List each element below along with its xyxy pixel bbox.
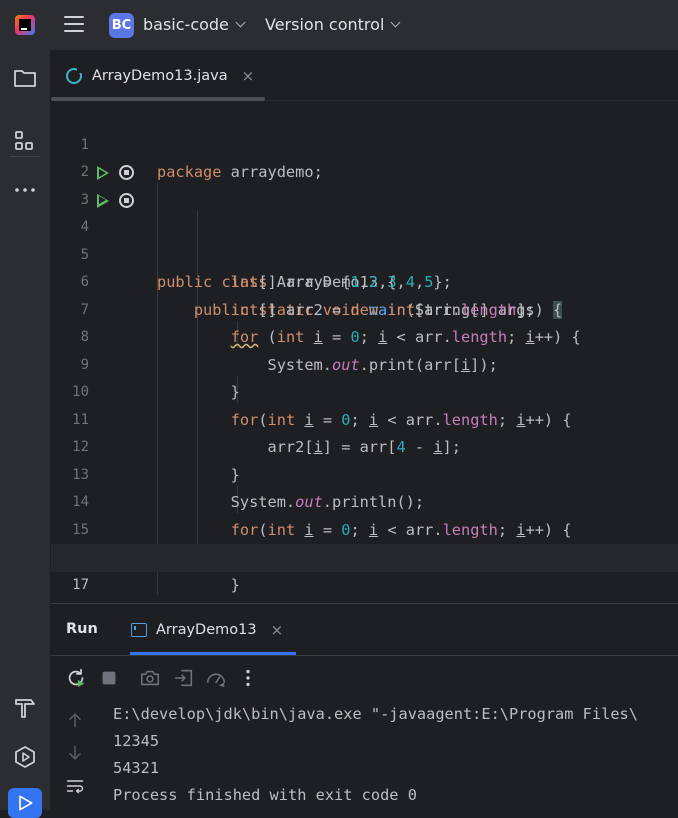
rerun-icon[interactable]	[65, 667, 87, 689]
code-editor[interactable]: 1 package arraydemo; 2 3 public class Ar…	[51, 101, 678, 649]
code-line: 11 arr2[i] = arr[4 - i];	[51, 379, 678, 457]
project-selector[interactable]: basic-code	[143, 15, 246, 34]
title-bar: BC basic-code Version control	[0, 0, 678, 50]
run-gutter-icon[interactable]	[97, 193, 109, 208]
run-tab-arraydemo13[interactable]: ArrayDemo13 ×	[131, 621, 283, 639]
camera-icon[interactable]	[139, 667, 161, 689]
code-line: 10 for(int i = 0; i < arr.length; i++) {	[51, 352, 678, 429]
intellij-logo-icon[interactable]	[15, 15, 35, 35]
restore-layout-icon[interactable]	[173, 667, 195, 689]
chevron-down-icon	[390, 17, 401, 28]
code-line: 16 }	[51, 517, 678, 594]
build-hammer-icon[interactable]	[13, 696, 37, 720]
run-icon	[19, 795, 33, 811]
run-tool-button[interactable]	[8, 788, 42, 818]
code-line: 12 }	[51, 407, 678, 484]
coverage-icon[interactable]	[205, 667, 227, 689]
scroll-down-icon[interactable]	[65, 743, 85, 763]
close-icon[interactable]: ×	[271, 621, 284, 639]
more-vertical-icon[interactable]	[237, 667, 259, 689]
version-control-menu[interactable]: Version control	[265, 15, 401, 34]
code-line: 14 for(int i = 0; i < arr.length; i++) {	[51, 462, 678, 539]
console-icon	[131, 623, 147, 637]
soft-wrap-icon[interactable]	[65, 776, 85, 796]
console-line: E:\develop\jdk\bin\java.exe "-javaagent:…	[113, 705, 638, 723]
run-panel-header: Run ArrayDemo13 ×	[51, 603, 678, 656]
run-gutter-icon[interactable]	[97, 166, 109, 180]
code-line: 5 int[] arr = {1,2,3,4,5};	[51, 214, 678, 292]
stop-icon[interactable]	[98, 667, 120, 689]
console-output[interactable]: E:\develop\jdk\bin\java.exe "-javaagent:…	[99, 698, 678, 810]
code-line: 7 for (int i = 0; i < arr.length; i++) {	[51, 269, 678, 347]
editor-tab-label: ArrayDemo13.java	[92, 68, 228, 84]
code-line: 4 public static void main(String[] args)…	[51, 187, 678, 319]
console-line: 54321	[113, 759, 160, 777]
code-line: 9 }	[51, 324, 678, 402]
structure-icon[interactable]	[13, 129, 37, 153]
code-line: 13 System.out.println();	[51, 434, 678, 512]
left-tool-window-bar	[0, 50, 51, 818]
chevron-down-icon	[235, 17, 246, 28]
run-tab-label: ArrayDemo13	[156, 622, 257, 638]
hamburger-menu-icon[interactable]	[64, 16, 84, 34]
code-line: 18 }	[51, 572, 678, 649]
console-line: Process finished with exit code 0	[113, 786, 417, 804]
services-icon[interactable]	[13, 745, 37, 769]
project-badge[interactable]: BC	[109, 13, 134, 38]
scroll-up-icon[interactable]	[65, 710, 85, 730]
java-class-icon	[66, 67, 83, 84]
code-line: 15 System.out.print(arr2[i]);	[51, 489, 678, 567]
sidebar-divider	[10, 156, 40, 157]
more-icon[interactable]	[13, 178, 37, 202]
stop-gutter-icon[interactable]	[119, 165, 134, 180]
stop-gutter-icon[interactable]	[119, 192, 134, 208]
code-line: 8 System.out.print(arr[i]);	[51, 297, 678, 374]
code-line: 3 public class ArrayDemo13 {	[51, 159, 678, 291]
code-line-current: 17 }	[51, 544, 678, 621]
code-line: 6 int[] arr2 = new int[arr.length];	[51, 242, 678, 319]
run-panel-title: Run	[66, 621, 98, 637]
project-name: basic-code	[143, 15, 229, 34]
code-line: 2	[51, 132, 678, 180]
console-line: 12345	[113, 732, 160, 750]
close-icon[interactable]: ×	[242, 67, 255, 85]
console-side-toolbar	[51, 698, 99, 810]
version-control-label: Version control	[265, 15, 385, 34]
editor-tab-arraydemo13[interactable]: ArrayDemo13.java ×	[66, 63, 254, 89]
run-toolbar	[51, 655, 678, 699]
editor-tab-bar: ArrayDemo13.java ×	[51, 50, 678, 101]
folder-icon[interactable]	[13, 66, 37, 90]
code-line: 1 package arraydemo;	[51, 104, 678, 182]
